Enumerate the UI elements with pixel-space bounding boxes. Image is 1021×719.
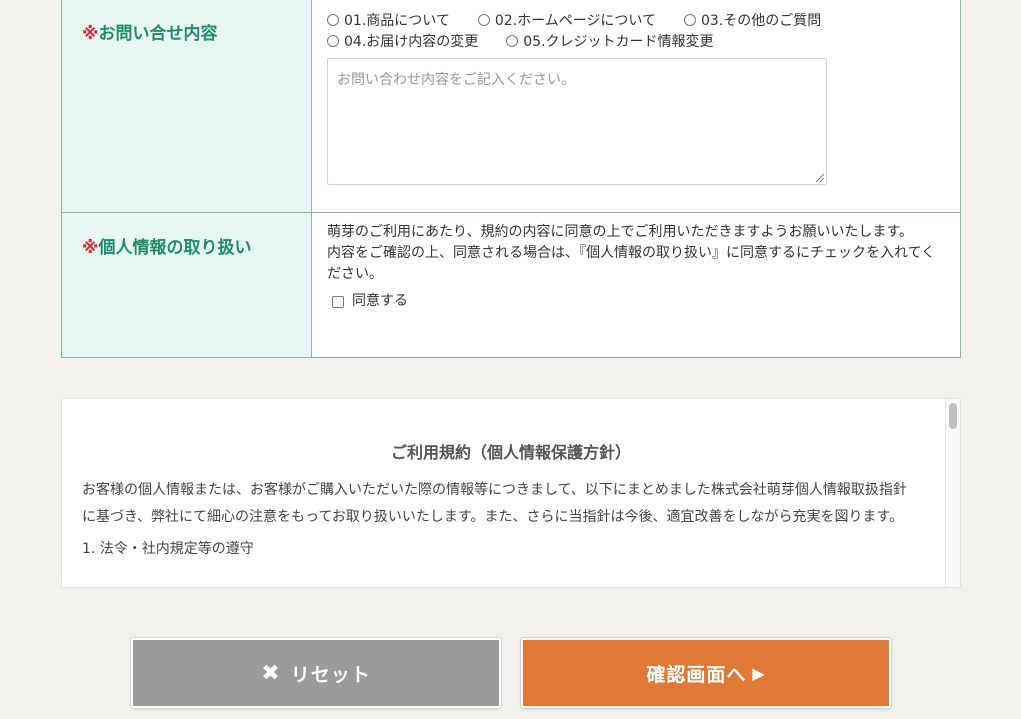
reset-button[interactable]: ✖ リセット xyxy=(131,638,501,708)
radio-option-label: 04.お届け内容の変更 xyxy=(344,33,479,50)
radio-option-label: 01.商品について xyxy=(344,12,450,29)
radio-group-line-1: 01.商品について 02.ホームページについて 03.その他のご質問 xyxy=(327,9,945,30)
radio-option-03[interactable]: 03.その他のご質問 xyxy=(684,10,821,30)
radio-button-icon[interactable] xyxy=(327,34,339,47)
terms-scrollbar[interactable] xyxy=(945,399,960,587)
terms-body: お客様の個人情報または、お客様がご購入いただいた際の情報等につきまして、以下にま… xyxy=(82,482,907,525)
required-mark: ※ xyxy=(82,24,99,44)
radio-option-04[interactable]: 04.お届け内容の変更 xyxy=(327,31,478,51)
radio-option-01[interactable]: 01.商品について xyxy=(327,10,450,30)
privacy-label-cell: ※個人情報の取り扱い xyxy=(62,213,312,357)
terms-content: ご利用規約（個人情報保護方針） お客様の個人情報または、お客様がご購入いただいた… xyxy=(62,399,960,558)
inquiry-field-cell: 01.商品について 02.ホームページについて 03.その他のご質問 04.お届… xyxy=(312,0,960,212)
inquiry-textarea[interactable]: お問い合わせ内容をご記入ください。 xyxy=(327,58,827,185)
agree-checkbox-row[interactable]: 同意する xyxy=(327,291,945,312)
confirm-button-label: 確認画面へ xyxy=(646,663,747,686)
privacy-text-2: 内容をご確認の上、同意される場合は、『個人情報の取り扱い』に同意するにチェックを… xyxy=(327,245,936,282)
agree-label: 同意する xyxy=(352,293,408,309)
radio-group-line-2: 04.お届け内容の変更 05.クレジットカード情報変更 xyxy=(327,30,945,51)
terms-scroll-box[interactable]: ご利用規約（個人情報保護方針） お客様の個人情報または、お客様がご購入いただいた… xyxy=(61,398,961,588)
confirm-button[interactable]: 確認画面へ ▶ xyxy=(521,638,891,708)
required-mark: ※ xyxy=(82,238,99,258)
radio-button-icon[interactable] xyxy=(327,13,339,26)
play-arrow-icon: ▶ xyxy=(752,663,766,683)
inquiry-label-cell: ※お問い合せ内容 xyxy=(62,0,312,212)
close-icon: ✖ xyxy=(261,660,281,686)
terms-title: ご利用規約（個人情報保護方針） xyxy=(390,443,631,462)
resize-handle-icon[interactable] xyxy=(816,174,824,182)
radio-option-label: 03.その他のご質問 xyxy=(701,12,822,29)
terms-item-1: 1. 法令・社内規定等の遵守 xyxy=(82,541,254,557)
inquiry-row: ※お問い合せ内容 01.商品について 02.ホームページについて 03.その他の… xyxy=(62,0,960,212)
privacy-label: 個人情報の取り扱い xyxy=(98,238,252,258)
scrollbar-thumb[interactable] xyxy=(949,403,957,429)
radio-option-05[interactable]: 05.クレジットカード情報変更 xyxy=(506,31,714,51)
radio-option-label: 02.ホームページについて xyxy=(494,12,657,29)
agree-checkbox[interactable] xyxy=(332,295,344,308)
reset-button-label: リセット xyxy=(290,663,371,686)
textarea-placeholder: お問い合わせ内容をご記入ください。 xyxy=(337,72,575,88)
radio-option-02[interactable]: 02.ホームページについて xyxy=(477,10,657,30)
radio-option-label: 05.クレジットカード情報変更 xyxy=(523,33,714,50)
privacy-field-cell: 萌芽のご利用にあたり、規約の内容に同意の上でご利用いただきますようお願いいたしま… xyxy=(312,213,960,357)
radio-button-icon[interactable] xyxy=(506,34,519,47)
contact-form-table: ※お問い合せ内容 01.商品について 02.ホームページについて 03.その他の… xyxy=(61,0,961,358)
inquiry-label: お問い合せ内容 xyxy=(98,24,218,44)
privacy-text-1: 萌芽のご利用にあたり、規約の内容に同意の上でご利用いただきますようお願いいたしま… xyxy=(327,224,914,240)
radio-button-icon[interactable] xyxy=(477,13,490,26)
radio-button-icon[interactable] xyxy=(684,13,697,26)
privacy-row: ※個人情報の取り扱い 萌芽のご利用にあたり、規約の内容に同意の上でご利用いただき… xyxy=(62,212,960,357)
